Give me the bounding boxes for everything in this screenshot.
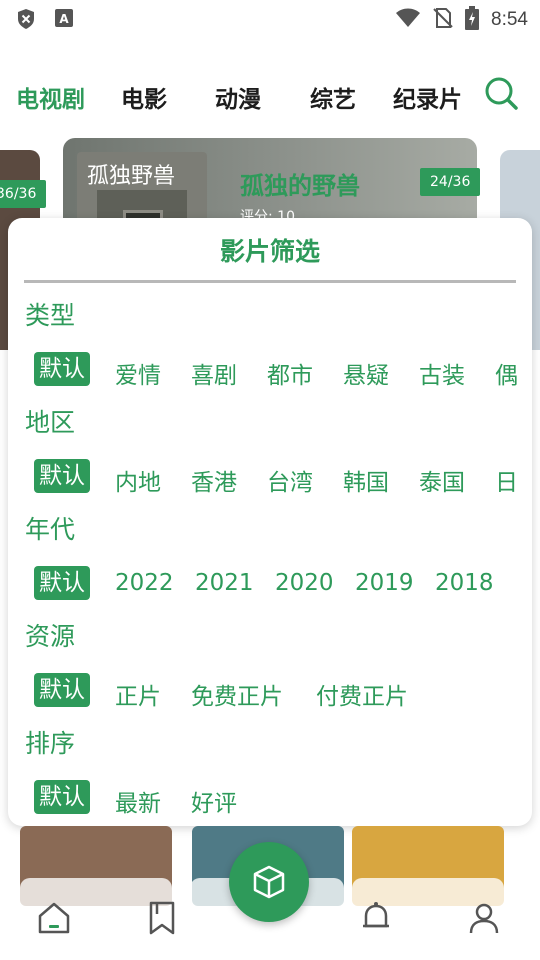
divider xyxy=(24,280,516,283)
tab-anime[interactable]: 动漫 xyxy=(215,80,261,114)
battery-charging-icon xyxy=(465,6,480,34)
year-options: 默认 2022 2021 2020 2019 2018 xyxy=(34,566,532,604)
episode-badge: 24/36 xyxy=(420,168,481,196)
option-chip[interactable]: 2019 xyxy=(355,570,414,596)
option-chip[interactable]: 都市 xyxy=(267,356,313,390)
filter-panel: 影片筛选 类型 默认 爱情 喜剧 都市 悬疑 古装 偶 地区 默认 内地 香港 … xyxy=(8,218,532,826)
tab-variety[interactable]: 综艺 xyxy=(310,80,356,114)
option-chip[interactable]: 好评 xyxy=(191,784,237,818)
status-bar: A 8:54 xyxy=(0,0,540,36)
option-chip[interactable]: 香港 xyxy=(191,463,237,497)
update-label: 更新至58 xyxy=(66,933,126,949)
search-icon[interactable] xyxy=(484,76,518,110)
option-chip[interactable]: 2022 xyxy=(115,570,174,596)
sort-options: 默认 最新 好评 xyxy=(34,780,532,818)
option-chip[interactable]: 默认 xyxy=(34,459,90,493)
option-chip[interactable]: 内地 xyxy=(115,463,161,497)
option-chip[interactable]: 泰国 xyxy=(419,463,465,497)
bookmark-icon[interactable] xyxy=(144,900,180,936)
option-chip[interactable]: 默认 xyxy=(34,566,90,600)
genre-options: 默认 爱情 喜剧 都市 悬疑 古装 偶 xyxy=(34,352,532,390)
section-label-sort: 排序 xyxy=(25,729,76,758)
option-chip[interactable]: 偶 xyxy=(495,356,518,390)
home-icon[interactable] xyxy=(36,900,72,936)
tab-tv-series[interactable]: 电视剧 xyxy=(16,80,85,114)
option-chip[interactable]: 喜剧 xyxy=(191,356,237,390)
section-label-region: 地区 xyxy=(25,408,76,437)
option-chip[interactable]: 古装 xyxy=(419,356,465,390)
section-label-genre: 类型 xyxy=(25,301,76,330)
option-chip[interactable]: 爱情 xyxy=(115,356,161,390)
option-chip[interactable]: 悬疑 xyxy=(343,356,389,390)
tab-documentary[interactable]: 纪录片 xyxy=(393,80,462,114)
option-chip[interactable]: 付费正片 xyxy=(316,677,408,711)
option-chip[interactable]: 2020 xyxy=(275,570,334,596)
episode-badge: 36/36 xyxy=(0,180,47,208)
option-chip[interactable]: 默认 xyxy=(34,673,90,707)
shield-icon xyxy=(16,8,36,34)
option-chip[interactable]: 2021 xyxy=(195,570,254,596)
panel-title: 影片筛选 xyxy=(219,237,320,266)
option-chip[interactable]: 正片 xyxy=(115,677,161,711)
category-tabs: 电视剧 电影 动漫 综艺 纪录片 xyxy=(0,74,540,118)
region-options: 默认 内地 香港 台湾 韩国 泰国 日 xyxy=(34,459,532,497)
status-time: 8:54 xyxy=(491,9,528,30)
user-icon[interactable] xyxy=(466,900,502,936)
option-chip[interactable]: 日 xyxy=(495,463,518,497)
bell-icon[interactable] xyxy=(358,900,394,936)
option-chip[interactable]: 最新 xyxy=(115,784,161,818)
source-options: 默认 正片 免费正片 付费正片 xyxy=(34,673,532,711)
no-sim-icon xyxy=(433,7,453,33)
option-chip[interactable]: 2018 xyxy=(435,570,494,596)
option-chip[interactable]: 默认 xyxy=(34,352,90,386)
section-label-source: 资源 xyxy=(25,622,76,651)
cube-icon[interactable] xyxy=(229,842,309,922)
font-icon: A xyxy=(54,8,74,34)
svg-text:A: A xyxy=(59,12,69,26)
featured-title: 孤独的野兽 xyxy=(240,172,360,200)
tab-movies[interactable]: 电影 xyxy=(121,80,167,114)
wifi-icon xyxy=(395,8,421,32)
option-chip[interactable]: 韩国 xyxy=(343,463,389,497)
section-label-year: 年代 xyxy=(25,515,76,544)
update-label: 更新至24 xyxy=(236,933,296,949)
poster-title-art: 孤独野兽 xyxy=(87,164,176,189)
option-chip[interactable]: 台湾 xyxy=(267,463,313,497)
option-chip[interactable]: 免费正片 xyxy=(191,677,283,711)
option-chip[interactable]: 默认 xyxy=(34,780,90,814)
